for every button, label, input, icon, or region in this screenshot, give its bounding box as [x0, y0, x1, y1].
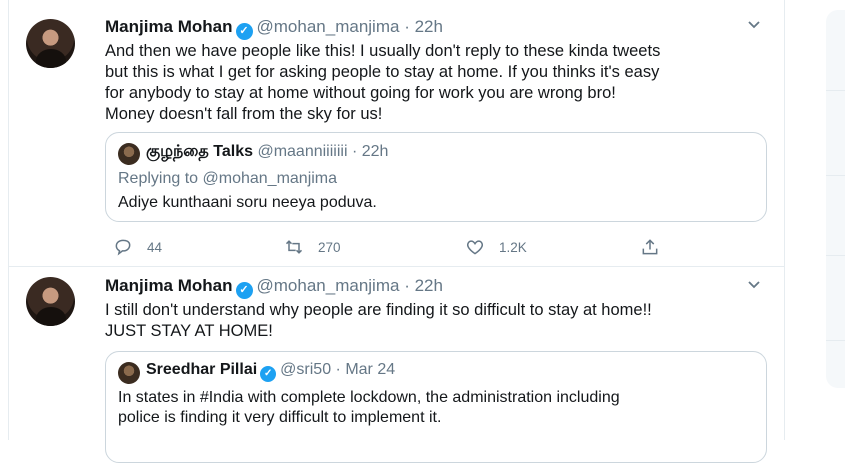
- sidebar-panel: [826, 10, 845, 388]
- tweet[interactable]: Manjima Mohan ✓ @mohan_manjima · 22h I sti…: [8, 267, 784, 463]
- timeline: Manjima Mohan ✓ @mohan_manjima · 22h And t…: [8, 0, 785, 463]
- replying-handle[interactable]: @mohan_manjima: [203, 170, 338, 187]
- separator: ·: [335, 361, 341, 378]
- quoted-text-line: In states in #India with complete lockdo…: [118, 389, 620, 406]
- separator: ·: [351, 143, 358, 160]
- share-icon: [642, 239, 658, 255]
- tweet-text-line: I still don't understand why people are …: [105, 301, 652, 319]
- tweet[interactable]: Manjima Mohan ✓ @mohan_manjima · 22h And t…: [8, 0, 784, 267]
- like-icon: [466, 240, 484, 255]
- chevron-down-icon[interactable]: [746, 276, 762, 297]
- quoted-header: குழந்தை Talks @maanniiiiiii · 22h: [146, 142, 388, 162]
- quoted-tweet[interactable]: Sreedhar Pillai ✓ @sri50 · Mar 24 In state…: [105, 351, 767, 463]
- tweet-text-line: And then we have people like this! I usu…: [105, 42, 661, 60]
- sidebar-divider: [826, 175, 845, 176]
- tweet-actions: 44 270 1.2K: [108, 235, 668, 259]
- quoted-author-name: குழந்தை Talks: [146, 143, 253, 160]
- quoted-avatar: [118, 143, 140, 165]
- avatar[interactable]: [26, 19, 75, 68]
- verified-badge-icon: ✓: [235, 282, 253, 299]
- retweet-button[interactable]: 270: [284, 235, 341, 259]
- avatar[interactable]: [26, 277, 75, 326]
- quoted-text: Adiye kunthaani soru neeya poduva.: [118, 194, 377, 211]
- tweet-text: I still don't understand why people are …: [105, 300, 775, 342]
- retweet-count: 270: [318, 239, 341, 255]
- replying-label: Replying to: [118, 170, 199, 187]
- tweet-header: Manjima Mohan ✓ @mohan_manjima · 22h: [105, 17, 443, 40]
- separator: ·: [404, 276, 410, 295]
- reply-icon: [115, 239, 131, 256]
- retweet-icon: [285, 240, 303, 254]
- timestamp[interactable]: 22h: [415, 276, 443, 295]
- chevron-down-icon[interactable]: [746, 16, 762, 37]
- verified-badge-icon: ✓: [235, 23, 253, 40]
- sidebar-divider: [826, 255, 845, 256]
- like-button[interactable]: 1.2K: [465, 235, 527, 259]
- tweet-text: And then we have people like this! I usu…: [105, 41, 775, 125]
- timestamp[interactable]: 22h: [415, 17, 443, 36]
- reply-count: 44: [147, 239, 163, 255]
- quoted-tweet[interactable]: குழந்தை Talks @maanniiiiiii · 22h Replyi…: [105, 132, 767, 222]
- share-button[interactable]: [640, 235, 674, 259]
- quoted-header: Sreedhar Pillai ✓ @sri50 · Mar 24: [146, 361, 395, 382]
- author-name[interactable]: Manjima Mohan: [105, 17, 233, 36]
- author-handle[interactable]: @mohan_manjima: [257, 276, 400, 295]
- reply-button[interactable]: 44: [113, 235, 162, 259]
- quoted-handle: @sri50: [280, 361, 332, 378]
- quoted-text-line: police is finding it very difficult to i…: [118, 409, 442, 426]
- tweet-text-line: JUST STAY AT HOME!: [105, 322, 273, 340]
- quoted-avatar: [118, 362, 140, 384]
- quoted-handle: @maanniiiiiii: [257, 143, 348, 160]
- tweet-text-line: but this is what I get for asking people…: [105, 63, 660, 81]
- separator: ·: [404, 17, 410, 36]
- author-name[interactable]: Manjima Mohan: [105, 276, 233, 295]
- quoted-author-name: Sreedhar Pillai: [146, 361, 258, 378]
- tweet-text-line: for anybody to stay at home without goin…: [105, 84, 616, 102]
- like-count: 1.2K: [499, 239, 527, 255]
- tweet-text-line: Money doesn't fall from the sky for us!: [105, 105, 383, 123]
- sidebar-divider: [826, 340, 845, 341]
- sidebar-divider: [826, 90, 845, 91]
- verified-badge-icon: ✓: [260, 366, 277, 382]
- quoted-timestamp: Mar 24: [345, 361, 396, 378]
- quoted-timestamp: 22h: [361, 143, 389, 160]
- author-handle[interactable]: @mohan_manjima: [257, 17, 400, 36]
- tweet-header: Manjima Mohan ✓ @mohan_manjima · 22h: [105, 276, 443, 299]
- quoted-text: In states in #India with complete lockdo…: [118, 388, 748, 428]
- replying-to: Replying to @mohan_manjima: [118, 170, 337, 188]
